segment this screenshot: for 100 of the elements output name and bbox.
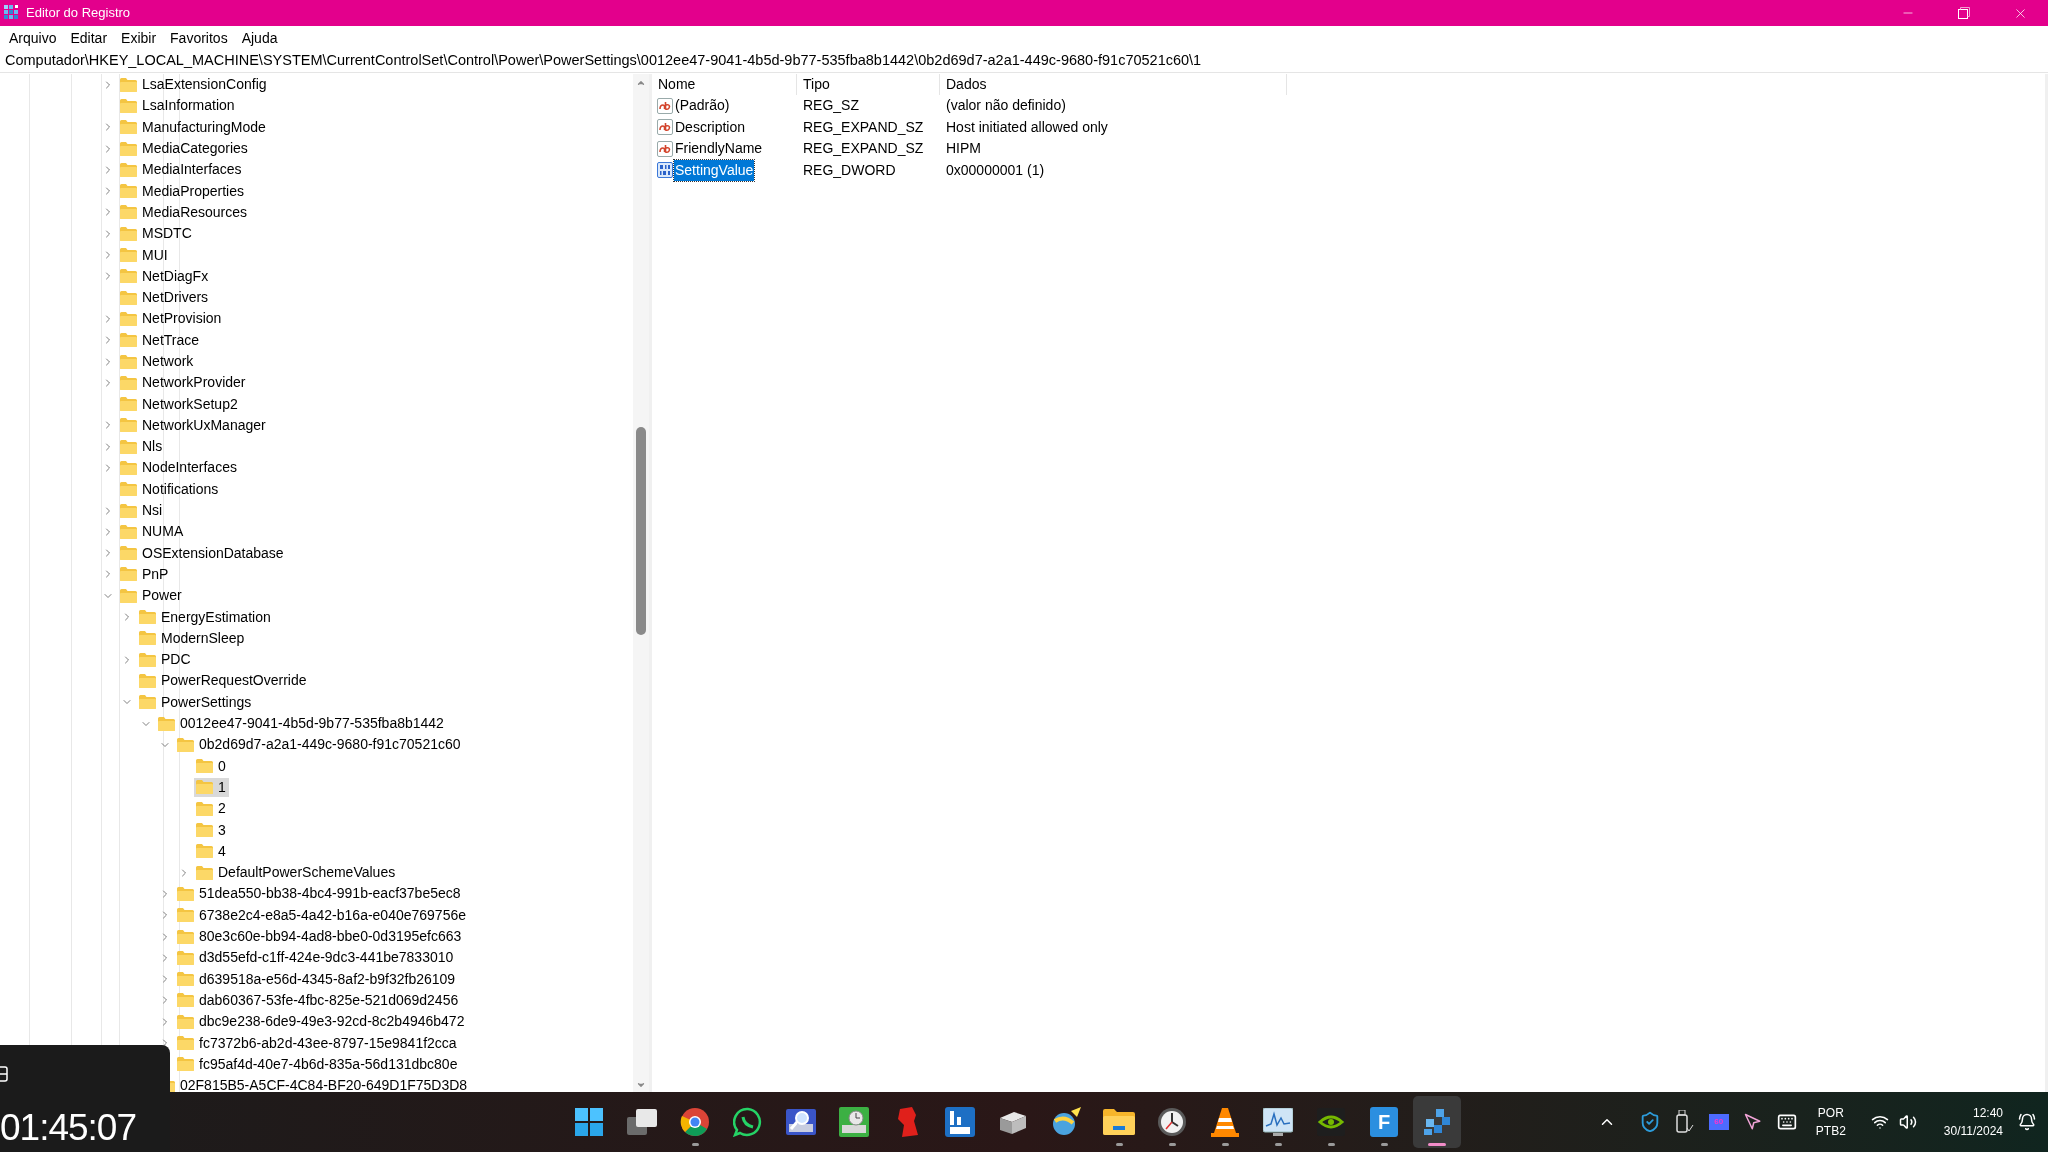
tree-item[interactable]: NetworkUxManager (118, 415, 269, 435)
menu-item[interactable]: Exibir (114, 27, 164, 49)
tree-item[interactable]: fc95af4d-40e7-4b6d-835a-56d131dbc80e (175, 1054, 461, 1074)
string-value-icon (657, 140, 673, 157)
disk-clock-icon[interactable] (839, 1107, 869, 1137)
tree-item[interactable]: NetProvision (118, 309, 225, 329)
scroll-down-icon[interactable] (636, 1080, 646, 1090)
usb-drive-icon[interactable] (1675, 1110, 1694, 1134)
tree-item[interactable]: NetDiagFx (118, 266, 212, 286)
folder-icon (120, 120, 137, 135)
tree-item[interactable]: NetDrivers (118, 288, 212, 308)
scrollbar[interactable] (633, 74, 649, 1092)
menu-item[interactable]: Editar (63, 27, 115, 49)
tree-item[interactable]: PnP (118, 564, 172, 584)
tree-item[interactable]: Nsi (118, 501, 166, 521)
tree-item[interactable]: NUMA (118, 522, 187, 542)
column-header[interactable]: Tipo (797, 74, 940, 95)
tree-item[interactable]: dbc9e238-6de9-49e3-92cd-8c2b4946b472 (175, 1012, 468, 1032)
tree-item[interactable]: PDC (137, 650, 194, 670)
cubes-icon[interactable] (1422, 1107, 1452, 1137)
tree-item[interactable]: 0012ee47-9041-4b5d-9b77-535fba8b1442 (156, 714, 447, 734)
tree-item[interactable]: Power (118, 586, 185, 606)
folder-icon (177, 1036, 194, 1050)
folder-icon (120, 333, 137, 348)
monitor-chart-icon[interactable] (1263, 1108, 1293, 1136)
magic-wand-icon[interactable] (1051, 1107, 1081, 1137)
tree-item[interactable]: EnergyEstimation (137, 607, 274, 627)
browser-icon[interactable] (680, 1107, 710, 1137)
menu-item[interactable]: Favoritos (163, 27, 235, 49)
tree-item[interactable]: dab60367-53fe-4fbc-825e-521d069d2456 (175, 990, 462, 1010)
tree-item[interactable]: 4 (194, 841, 229, 861)
folder-icon (158, 716, 175, 731)
tree-item[interactable]: MSDTC (118, 224, 195, 244)
tree-item[interactable]: NetTrace (118, 330, 203, 350)
clock[interactable]: 12:40 30/11/2024 (1943, 1104, 2003, 1140)
tree-item[interactable]: 2 (194, 799, 229, 819)
folder-icon (196, 865, 213, 880)
menu-item[interactable]: Ajuda (234, 27, 285, 49)
tree-item[interactable]: ModernSleep (137, 628, 248, 648)
send-arrow-icon[interactable] (1743, 1113, 1762, 1131)
tree-item[interactable]: LsaExtensionConfig (118, 75, 270, 95)
tree-item[interactable]: MUI (118, 245, 171, 265)
tree-item[interactable]: OSExtensionDatabase (118, 543, 287, 563)
restore-icon (1958, 7, 1970, 19)
notification-bell-icon[interactable] (2018, 1113, 2036, 1131)
folder-icon (120, 588, 137, 603)
value-name[interactable]: Description (674, 116, 747, 138)
tree-item[interactable]: Nls (118, 437, 166, 457)
tree-item[interactable]: NetworkProvider (118, 373, 249, 393)
start-icon[interactable] (575, 1108, 603, 1136)
value-name[interactable]: (Padrão) (674, 95, 731, 117)
wifi-icon[interactable] (1870, 1113, 1889, 1131)
folder-icon (120, 503, 137, 518)
address-bar[interactable]: Computador\HKEY_LOCAL_MACHINE\SYSTEM\CurrentControlSet\Control\Power\PowerSettings\0012ee47-9041-4b5d-9b77-535fba8b1442\0b2d69d7-a2a1-449c-9680-f91c70521c60\1 (0, 50, 2048, 73)
tree-item[interactable]: 3 (194, 820, 229, 840)
task-view-icon[interactable] (627, 1109, 657, 1135)
chat-bubble-icon[interactable] (733, 1107, 763, 1137)
tree-item[interactable]: 0 (194, 756, 229, 776)
tree-item[interactable]: Network (118, 352, 197, 371)
bars-tile-icon[interactable] (945, 1107, 975, 1137)
traffic-cone-icon[interactable] (1211, 1107, 1239, 1137)
volume-icon[interactable] (1898, 1113, 1917, 1131)
language-indicator[interactable]: POR PTB2 (1815, 1104, 1846, 1140)
folder-icon (177, 886, 194, 901)
binary-value-icon (657, 162, 673, 179)
tree-item[interactable]: 80e3c60e-bb94-4ad8-bbe0-0d3195efc663 (175, 927, 465, 946)
value-name[interactable]: SettingValue (674, 159, 755, 181)
folder-icon[interactable] (1103, 1109, 1135, 1135)
tree-item[interactable]: 51dea550-bb38-4bc4-991b-eacf37be5ec8 (175, 884, 464, 904)
tree-item[interactable]: MediaResources (118, 202, 251, 222)
tree-item[interactable]: Notifications (118, 479, 222, 499)
folder-icon (120, 439, 137, 454)
tree-item[interactable]: fc7372b6-ab2d-43ee-8797-15e9841f2cca (175, 1033, 460, 1053)
value-name[interactable]: FriendlyName (674, 138, 764, 160)
tree-item[interactable]: PowerSettings (137, 692, 255, 712)
tree-item[interactable]: d639518a-e56d-4345-8af2-b9f32fb26109 (175, 969, 459, 989)
column-header[interactable]: Nome (652, 74, 797, 95)
value-data: (valor não definido) (945, 96, 1066, 116)
tree-item[interactable]: d3d55efd-c1ff-424e-9dc3-441be7833010 (175, 948, 457, 968)
tree-item[interactable]: 0b2d69d7-a2a1-449c-9680-f91c70521c60 (175, 735, 464, 755)
tree-item[interactable]: PowerRequestOverride (137, 671, 310, 691)
scroll-up-icon[interactable] (636, 78, 646, 88)
tree-item[interactable]: MediaProperties (118, 181, 247, 201)
tree-item[interactable]: DefaultPowerSchemeValues (194, 863, 399, 883)
tree-item[interactable]: ManufacturingMode (118, 117, 269, 137)
menu-item[interactable]: Arquivo (2, 27, 64, 49)
tree-item[interactable]: 1 (194, 777, 229, 797)
tree-item[interactable]: NodeInterfaces (118, 458, 240, 478)
tree-item[interactable]: LsaInformation (118, 96, 238, 116)
disk-magnifier-icon[interactable] (786, 1107, 816, 1137)
keyboard-icon[interactable] (1776, 1112, 1797, 1132)
tree-item[interactable]: 6738e2c4-e8a5-4a42-b16a-e040e769756e (175, 905, 470, 925)
tree-item[interactable]: MediaCategories (118, 139, 251, 159)
clock-icon[interactable] (1157, 1107, 1187, 1137)
column-header[interactable]: Dados (940, 74, 1287, 95)
scrollbar-thumb[interactable] (636, 427, 646, 635)
tree-item[interactable]: NetworkSetup2 (118, 394, 241, 414)
tree-item[interactable]: MediaInterfaces (118, 160, 245, 180)
eye-logo-icon[interactable] (1317, 1108, 1345, 1136)
folder-icon (120, 98, 137, 113)
